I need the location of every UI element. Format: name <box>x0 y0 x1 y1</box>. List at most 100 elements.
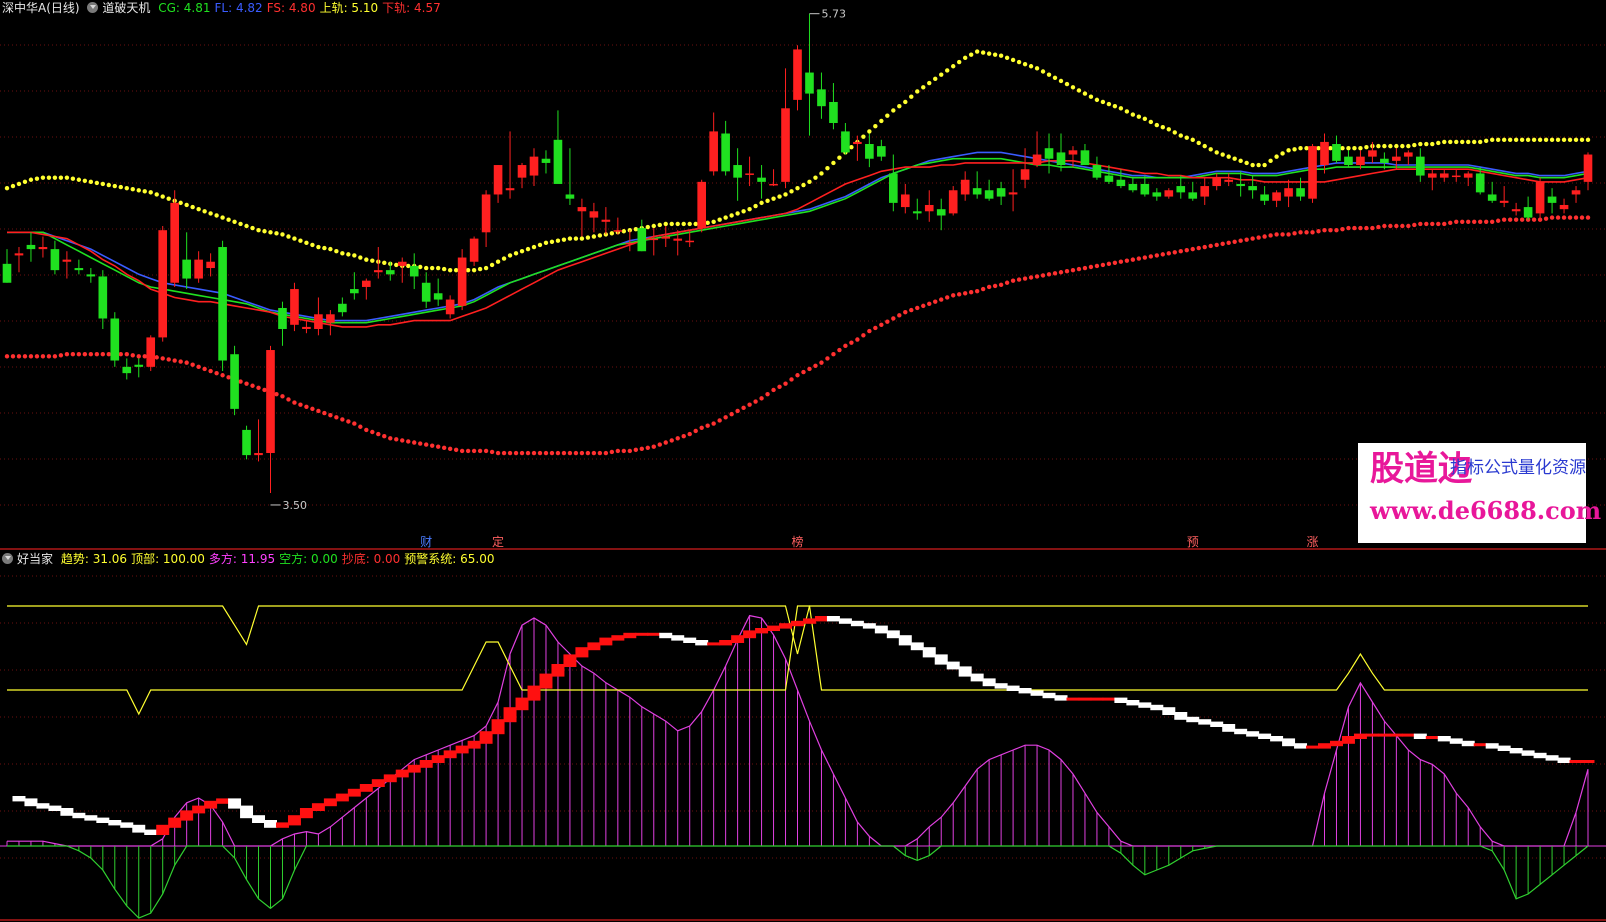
upper-band-dot <box>280 232 285 237</box>
candle-body <box>1523 207 1533 218</box>
lower-band-dot <box>1262 234 1267 239</box>
trend-segment <box>1341 736 1355 744</box>
lower-band-dot <box>310 406 315 412</box>
dropdown-icon[interactable] <box>87 2 99 13</box>
upper-band-dot <box>1244 160 1249 166</box>
lower-band-dot <box>1406 223 1411 229</box>
lower-band-dot <box>1082 265 1088 271</box>
trend-segment <box>575 647 589 658</box>
candle <box>733 148 742 201</box>
lower-band-dot <box>777 384 782 390</box>
trend-segment <box>1389 733 1403 737</box>
event-marker: 榜 <box>791 534 803 549</box>
candle-body <box>1128 183 1138 191</box>
trend-segment <box>1365 733 1379 737</box>
lower-band-dot <box>459 448 465 454</box>
upper-band-dot <box>573 236 579 241</box>
trend-segment <box>1138 702 1152 708</box>
upper-band-dot <box>477 266 483 272</box>
lower-band-dot <box>807 366 812 372</box>
trend-segment <box>144 829 158 835</box>
lower-band-dot <box>489 449 495 455</box>
upper-band-dot <box>1232 156 1237 161</box>
trend-segment <box>36 803 50 809</box>
lower-band-dot <box>1190 246 1195 252</box>
upper-band-dot <box>142 189 147 194</box>
candle <box>38 236 48 258</box>
sub-readout: 抄底: 0.00 <box>341 552 401 566</box>
lower-band-dot <box>220 373 225 378</box>
candle <box>314 297 323 336</box>
lower-band-dot <box>1394 223 1399 229</box>
candle-body <box>649 238 659 241</box>
candle <box>1212 173 1222 191</box>
upper-band-dot <box>1184 135 1189 140</box>
lower-band-series <box>4 215 1591 456</box>
candle <box>1176 175 1186 199</box>
lower-band-dot <box>1370 225 1375 231</box>
trend-segment <box>599 637 613 646</box>
price-readout: CG: 4.81 <box>158 1 211 15</box>
candle-body <box>1320 141 1329 166</box>
upper-band-dot <box>831 160 836 166</box>
upper-band-dot <box>1519 137 1525 143</box>
candle <box>565 148 575 205</box>
upper-band-dot <box>927 80 932 86</box>
sub-panel-header: 好当家 趋势: 31.06 顶部: 100.00 多方: 11.95 空方: 0.00… <box>2 551 503 567</box>
lower-band-dot <box>717 418 722 423</box>
lower-band-dot <box>1094 263 1100 269</box>
lower-band-dot <box>130 353 135 358</box>
candle-body <box>1044 148 1054 159</box>
upper-band-dot <box>1250 162 1255 168</box>
lower-band-dot <box>909 307 914 313</box>
sub-indicator-name[interactable]: 好当家 <box>17 552 53 566</box>
candle <box>278 301 287 346</box>
indicator-name[interactable]: 道破天机 <box>102 1 150 15</box>
upper-band-dot <box>747 206 752 212</box>
candle-body <box>936 209 946 216</box>
upper-band-dot <box>52 175 58 180</box>
candle <box>1451 169 1461 182</box>
lower-band-dot <box>172 358 177 363</box>
trend-segment <box>1018 688 1032 694</box>
candle-body <box>38 247 48 250</box>
upper-band-dot <box>735 211 740 216</box>
candle-body <box>1392 156 1401 161</box>
candle <box>26 232 36 262</box>
lower-band-dot <box>597 450 603 456</box>
candle <box>865 133 874 168</box>
dropdown-icon[interactable] <box>2 553 13 564</box>
upper-band-dot <box>334 249 339 254</box>
upper-band-dot <box>1382 143 1387 149</box>
lower-band-dot <box>178 359 183 364</box>
candle-body <box>841 131 850 153</box>
indicator-readouts: CG: 4.81 FL: 4.82 FS: 4.80 上轨: 5.10 下轨: 4.57 <box>158 1 444 15</box>
lower-band-dot <box>945 295 950 300</box>
candle <box>577 198 587 237</box>
trend-segment <box>204 800 218 809</box>
candle-body <box>254 453 263 456</box>
upper-band-dot <box>1274 154 1279 159</box>
sub-readout: 预警系统: 65.00 <box>404 552 495 566</box>
lower-band-dot <box>1256 235 1261 240</box>
upper-band-dot <box>208 211 213 216</box>
candle <box>912 198 922 220</box>
lower-band-dot <box>1436 221 1441 227</box>
trend-segment <box>168 817 182 828</box>
lower-band-dot <box>1501 217 1507 222</box>
price-readout: FS: 4.80 <box>266 1 316 15</box>
lower-band-dot <box>10 354 16 359</box>
lower-band-dot <box>358 424 363 429</box>
lower-band-dot <box>244 381 249 386</box>
lower-band-dot <box>663 440 668 445</box>
upper-band-dot <box>777 194 782 199</box>
lower-band-dot <box>747 402 752 407</box>
upper-band-dot <box>741 209 746 214</box>
upper-band-dot <box>962 55 968 61</box>
candle-body <box>625 242 635 245</box>
upper-band-dot <box>148 190 153 195</box>
lower-band-dot <box>1466 219 1471 224</box>
lower-band-dot <box>256 385 261 391</box>
candle-body <box>158 230 168 338</box>
upper-band-dot <box>46 175 52 180</box>
